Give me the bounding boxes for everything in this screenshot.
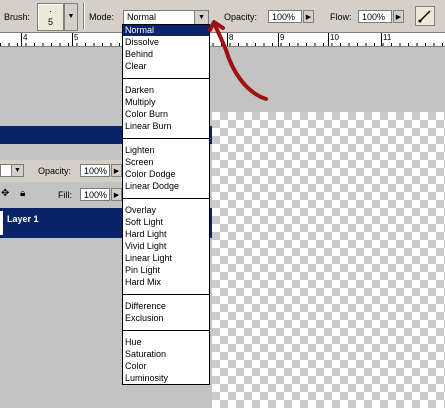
ruler-label: 8 <box>229 33 234 42</box>
options-bar: Brush: · 5 ▼ Mode: Normal ▼ Opacity: 100… <box>0 0 445 33</box>
menu-item[interactable]: Exclusion <box>123 313 209 324</box>
menu-item[interactable]: Color Dodge <box>123 169 209 180</box>
brush-size: 5 <box>47 17 53 27</box>
opacity-label: Opacity: <box>224 12 258 22</box>
menu-item[interactable]: Soft Light <box>123 217 209 228</box>
separator <box>83 3 85 29</box>
menu-item[interactable]: Difference <box>123 301 209 312</box>
triangle-right-icon: ▶ <box>113 192 120 199</box>
ruler-label: 9 <box>280 33 285 42</box>
flow-label: Flow: <box>330 12 352 22</box>
triangle-right-icon: ▶ <box>305 14 312 21</box>
mode-dropdown-menu[interactable]: Normal Dissolve Behind Clear Darken Multiply C… <box>122 24 210 385</box>
move-icon[interactable]: ✥ <box>1 188 9 199</box>
triangle-right-icon: ▶ <box>113 168 120 175</box>
menu-item[interactable]: Clear <box>123 61 209 72</box>
horizontal-ruler: 4 5 6 7 8 9 10 11 <box>0 33 445 47</box>
layer-fill-input[interactable]: 100% <box>80 188 110 201</box>
menu-item[interactable]: Linear Burn <box>123 121 209 132</box>
flow-slider-button[interactable]: ▶ <box>393 10 404 23</box>
mode-select[interactable]: Normal ▼ <box>123 10 209 25</box>
menu-separator <box>123 294 209 295</box>
mode-label: Mode: <box>89 12 115 22</box>
menu-item[interactable]: Lighten <box>123 145 209 156</box>
layer-fill-label: Fill: <box>58 190 72 200</box>
flow-input[interactable]: 100% <box>358 10 392 23</box>
triangle-down-icon[interactable]: ▼ <box>194 11 208 24</box>
menu-item[interactable]: Hard Light <box>123 229 209 240</box>
canvas-transparent[interactable] <box>212 112 445 408</box>
menu-item[interactable]: Vivid Light <box>123 241 209 252</box>
layer-name: Layer 1 <box>7 214 39 224</box>
menu-item[interactable]: Linear Light <box>123 253 209 264</box>
opacity-input[interactable]: 100% <box>268 10 302 23</box>
layer-thumbnail <box>0 211 3 235</box>
menu-separator <box>123 138 209 139</box>
menu-item[interactable]: Behind <box>123 49 209 60</box>
menu-item[interactable]: Pin Light <box>123 265 209 276</box>
menu-item[interactable]: Saturation <box>123 349 209 360</box>
menu-separator <box>123 78 209 79</box>
menu-item[interactable]: Darken <box>123 85 209 96</box>
brush-dropdown-button[interactable]: ▼ <box>64 3 78 31</box>
menu-item[interactable]: Hue <box>123 337 209 348</box>
brush-label: Brush: <box>4 12 31 22</box>
layer-blend-select[interactable]: ▼ <box>0 164 24 177</box>
menu-item[interactable]: Multiply <box>123 97 209 108</box>
airbrush-icon[interactable] <box>415 6 435 26</box>
layer-fill-slider-button[interactable]: ▶ <box>111 188 122 201</box>
layer-opacity-slider-button[interactable]: ▶ <box>111 164 122 177</box>
triangle-down-icon: ▼ <box>11 165 23 176</box>
ruler-label: 10 <box>330 33 339 42</box>
menu-item[interactable]: Color <box>123 361 209 372</box>
opacity-slider-button[interactable]: ▶ <box>303 10 314 23</box>
menu-item[interactable]: Overlay <box>123 205 209 216</box>
ruler-label: 4 <box>23 33 28 42</box>
layer-opacity-label: Opacity: <box>38 166 72 176</box>
menu-separator <box>123 198 209 199</box>
menu-item[interactable]: Normal <box>123 25 209 36</box>
triangle-right-icon: ▶ <box>395 14 402 21</box>
menu-item[interactable]: Hard Mix <box>123 277 209 288</box>
ruler-label: 11 <box>383 33 392 42</box>
ruler-label: 5 <box>74 33 79 42</box>
brush-preview[interactable]: · 5 <box>37 3 64 31</box>
brush-dot-icon: · <box>49 6 52 16</box>
lock-icon[interactable]: 🔒︎ <box>20 188 25 199</box>
menu-item[interactable]: Screen <box>123 157 209 168</box>
menu-item[interactable]: Dissolve <box>123 37 209 48</box>
menu-item[interactable]: Luminosity <box>123 373 209 384</box>
triangle-down-icon: ▼ <box>67 13 75 20</box>
menu-item[interactable]: Color Burn <box>123 109 209 120</box>
layer-opacity-input[interactable]: 100% <box>80 164 110 177</box>
mode-value: Normal <box>127 12 157 22</box>
menu-separator <box>123 330 209 331</box>
menu-item[interactable]: Linear Dodge <box>123 181 209 192</box>
